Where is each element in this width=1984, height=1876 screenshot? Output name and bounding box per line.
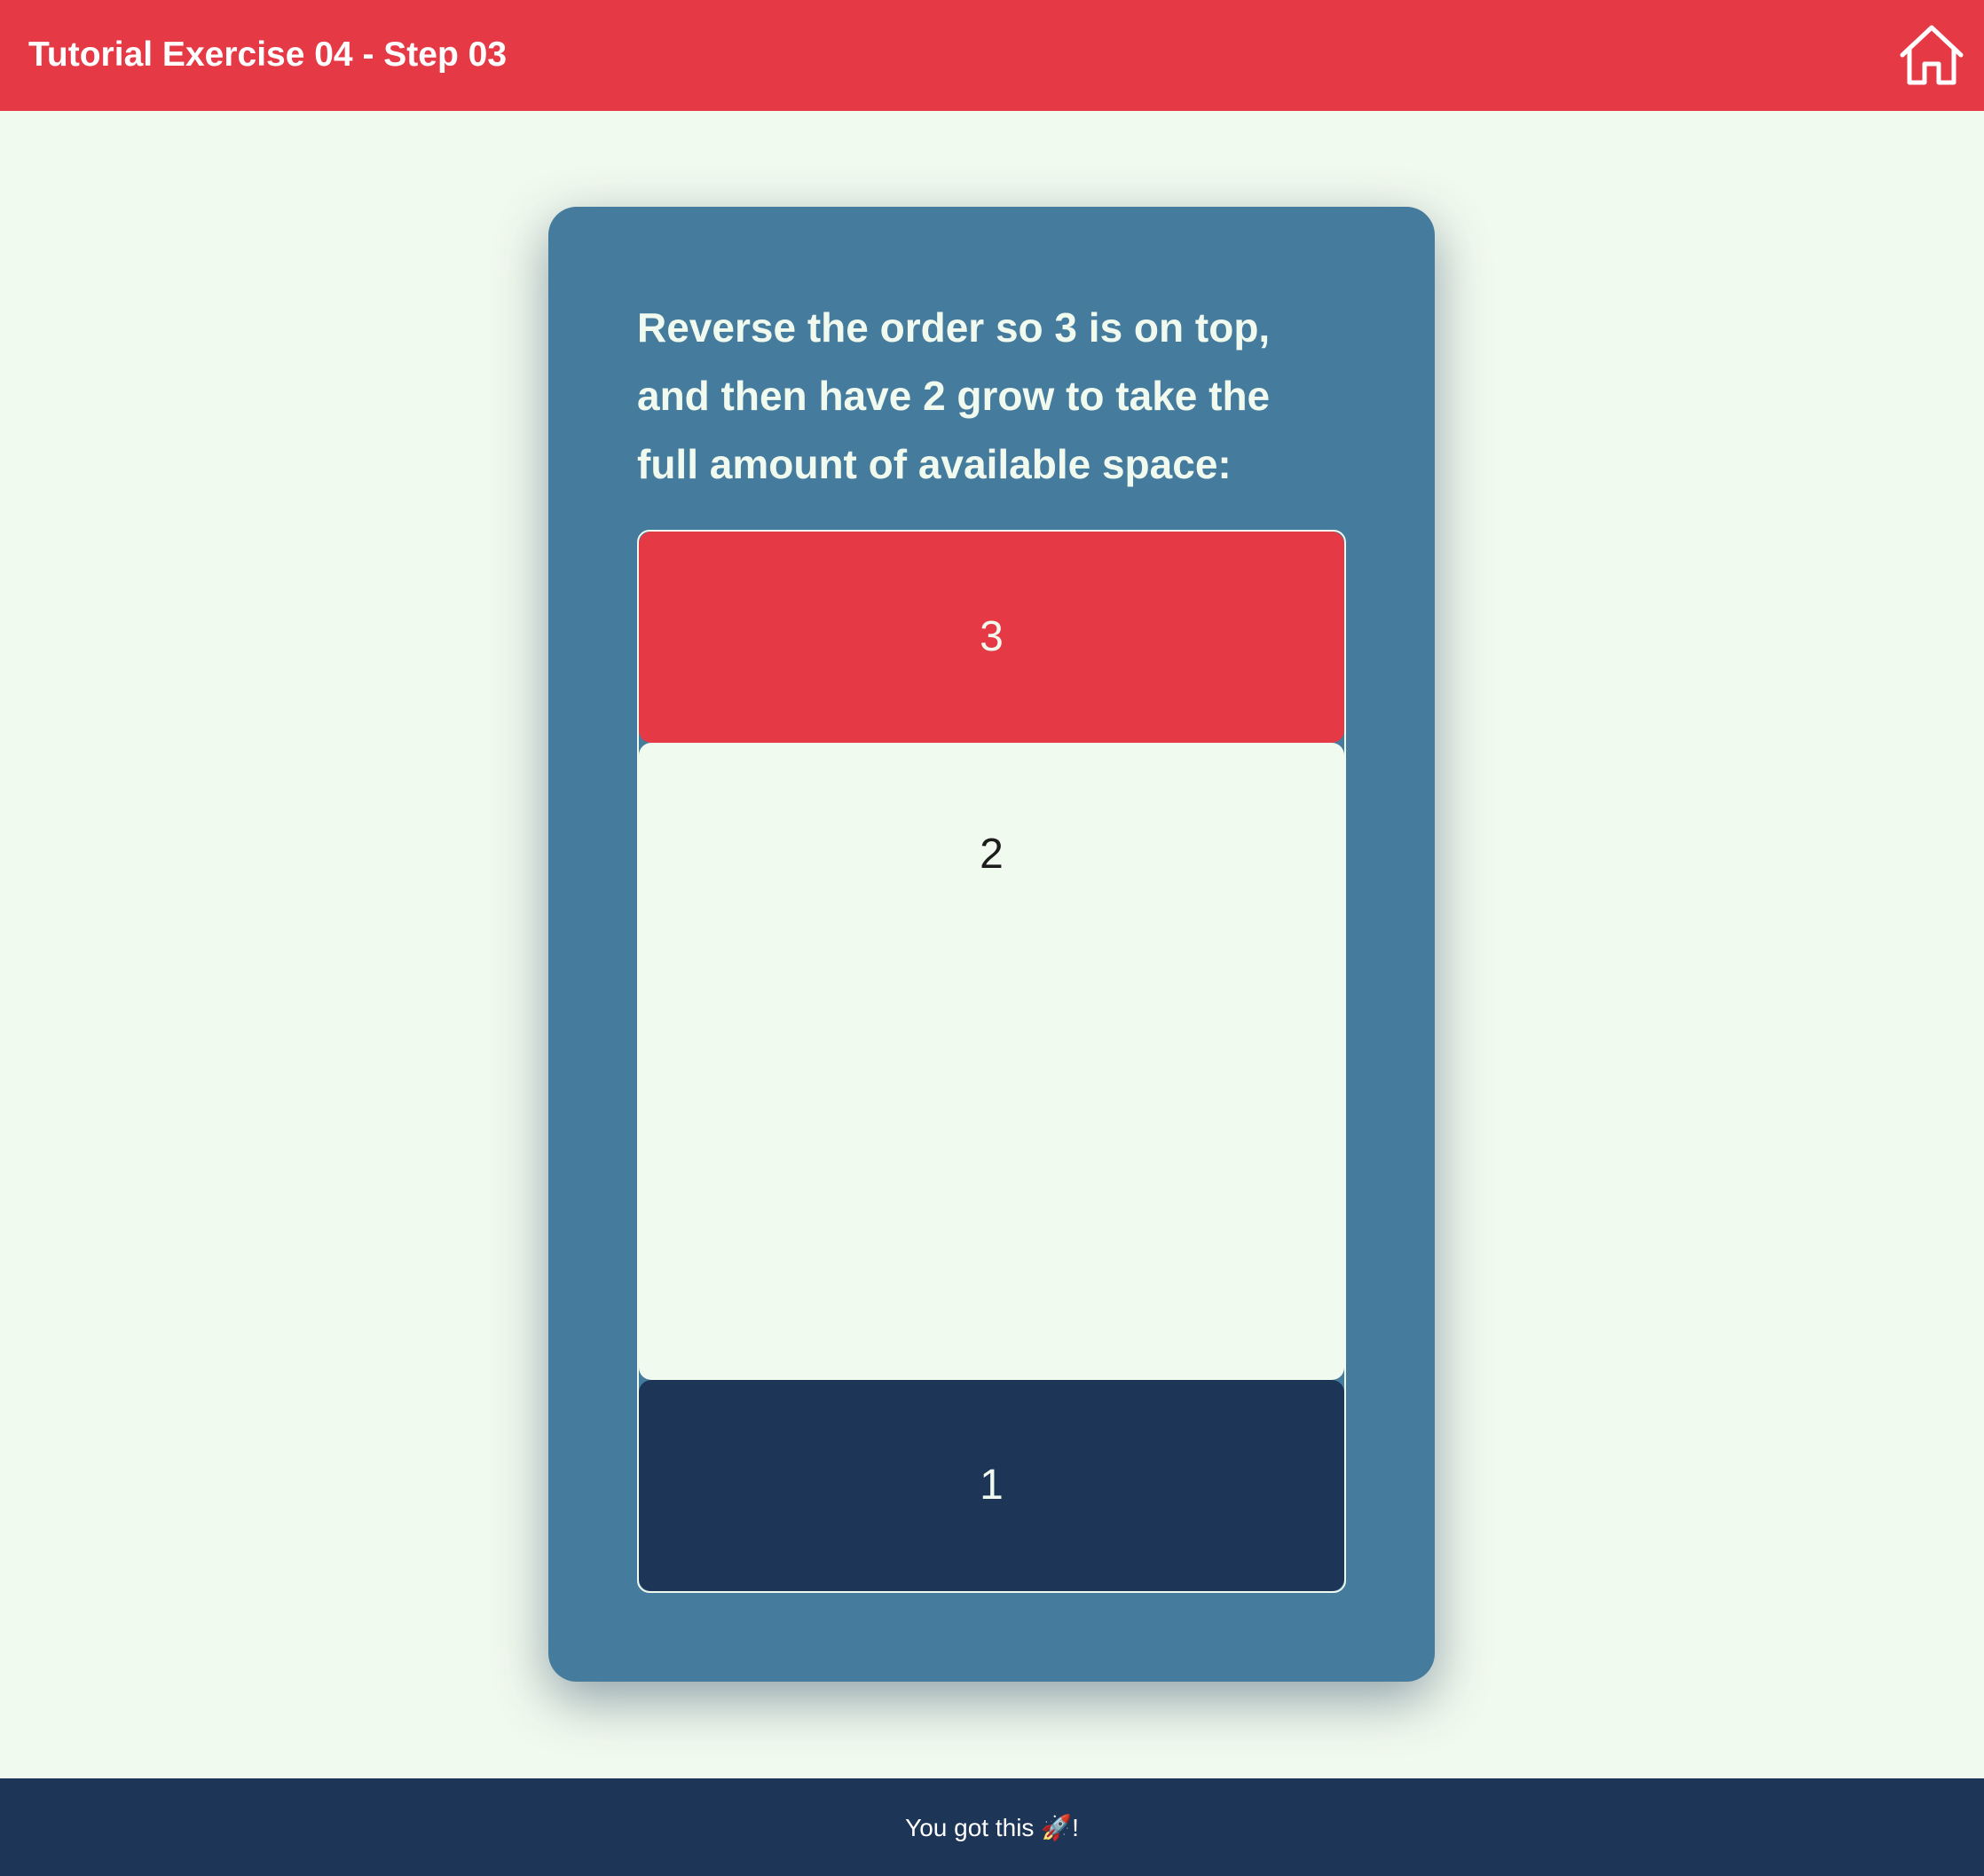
home-button[interactable] [1899,23,1964,87]
footer: You got this 🚀! [0,1778,1984,1876]
flex-item-1: 1 [639,1380,1344,1591]
top-bar: Tutorial Exercise 04 - Step 03 [0,0,1984,111]
flex-item-3: 3 [639,532,1344,743]
instruction-text: Reverse the order so 3 is on top, and th… [637,304,1271,487]
flex-container: 3 2 1 [637,530,1346,1593]
exercise-card: Reverse the order so 3 is on top, and th… [548,207,1435,1682]
home-icon [1900,25,1964,85]
footer-message: You got this 🚀! [905,1813,1079,1841]
flex-item-2: 2 [639,743,1344,1380]
page-title: Tutorial Exercise 04 - Step 03 [28,35,508,74]
